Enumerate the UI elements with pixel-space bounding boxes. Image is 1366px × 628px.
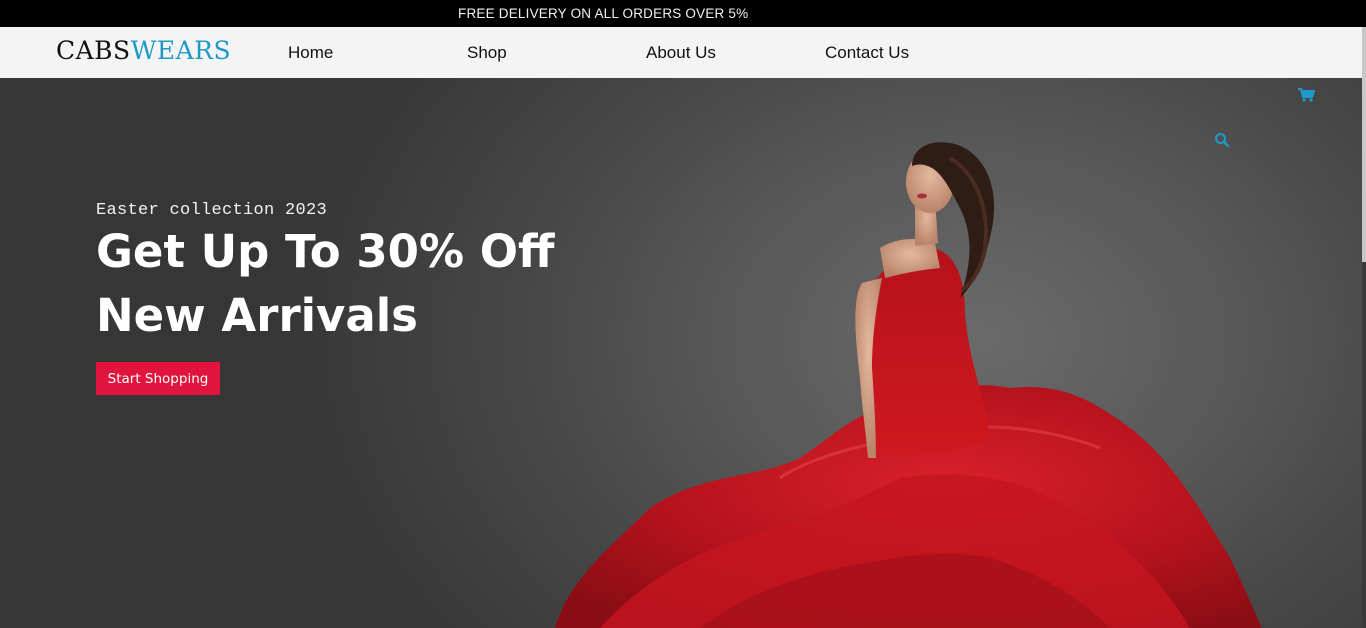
hero-title-line-1: Get Up To 30% Off: [96, 225, 555, 278]
main-navbar: CABSWEARS Home Shop About Us Contact Us: [0, 27, 1366, 78]
nav-link-shop[interactable]: Shop: [467, 43, 507, 63]
logo-text-cabs: CABS: [56, 36, 131, 65]
nav-link-contact-us[interactable]: Contact Us: [825, 43, 909, 63]
site-logo[interactable]: CABSWEARS: [56, 36, 231, 65]
hero-title: Get Up To 30% Off New Arrivals: [96, 220, 656, 348]
search-icon[interactable]: [1214, 132, 1230, 148]
hero-banner: Easter collection 2023 Get Up To 30% Off…: [0, 78, 1362, 628]
page: FREE DELIVERY ON ALL ORDERS OVER 5% CABS…: [0, 0, 1366, 628]
hero-title-line-2: New Arrivals: [96, 289, 418, 342]
page-scrollbar[interactable]: [1362, 27, 1366, 262]
nav-link-home[interactable]: Home: [288, 43, 333, 63]
hero-model-image: [555, 142, 1262, 628]
announcement-text: FREE DELIVERY ON ALL ORDERS OVER 5%: [458, 6, 749, 21]
nav-link-about-us[interactable]: About Us: [646, 43, 716, 63]
start-shopping-button[interactable]: Start Shopping: [96, 362, 220, 395]
logo-text-wears: WEARS: [130, 36, 232, 65]
hero-kicker: Easter collection 2023: [96, 201, 328, 220]
cart-icon[interactable]: [1297, 87, 1315, 103]
announcement-bar: FREE DELIVERY ON ALL ORDERS OVER 5%: [0, 0, 1366, 27]
